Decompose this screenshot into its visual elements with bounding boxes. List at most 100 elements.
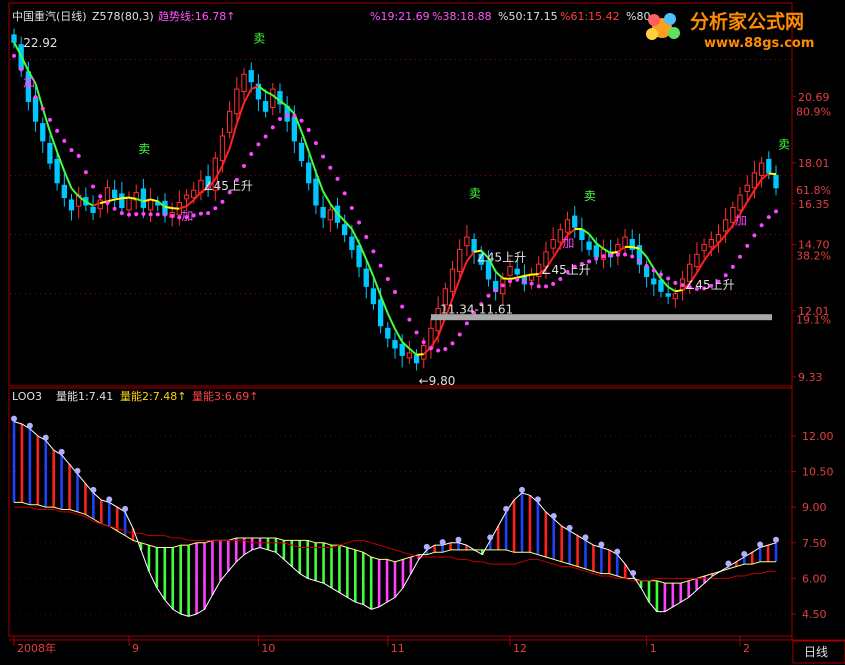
ma-line-segment bbox=[386, 313, 396, 330]
volume-bar bbox=[179, 545, 182, 614]
watermark-logo: 分析家公式网 www.88gs.com bbox=[646, 10, 814, 51]
trend-dot bbox=[752, 233, 757, 238]
volume-bar bbox=[147, 545, 151, 572]
energy-marker bbox=[630, 570, 637, 576]
period-button[interactable]: 日线 bbox=[792, 640, 845, 664]
volume-tick-label: 7.50 bbox=[802, 537, 827, 550]
volume-bar bbox=[354, 549, 357, 603]
volume-bar bbox=[568, 530, 571, 565]
candle-body bbox=[766, 158, 772, 174]
stock-chart-svg[interactable]: 20.6918.0116.3514.7012.019.3380.9%61.8%3… bbox=[0, 0, 845, 665]
candle-body bbox=[262, 100, 269, 112]
price-annotation: ∠45上升 bbox=[685, 278, 735, 292]
volume-bar bbox=[361, 552, 365, 605]
trend-dot bbox=[522, 279, 527, 284]
stock-title: 中国重汽(日线) bbox=[12, 9, 87, 23]
energy-1: 量能1:7.41 bbox=[56, 389, 113, 403]
volume-bar bbox=[20, 424, 24, 503]
trend-dot bbox=[313, 141, 318, 146]
energy-2: 量能2:7.48↑ bbox=[120, 389, 186, 403]
candle-body bbox=[140, 188, 147, 208]
candle-body bbox=[61, 184, 67, 199]
trend-dot bbox=[91, 184, 96, 189]
candle-body bbox=[248, 70, 254, 83]
trend-dot bbox=[615, 252, 620, 257]
trend-dot bbox=[98, 194, 103, 199]
candle-body bbox=[111, 189, 118, 199]
trend-dot bbox=[155, 212, 160, 217]
trend-dot bbox=[83, 170, 88, 175]
watermark-url: www.88gs.com bbox=[704, 36, 814, 51]
candle-body bbox=[514, 268, 520, 275]
candle-body bbox=[457, 248, 463, 273]
date-tick-label: 9 bbox=[132, 642, 139, 655]
volume-bar bbox=[504, 511, 508, 550]
date-tick-label: 12 bbox=[513, 642, 527, 655]
trend-dot bbox=[306, 128, 311, 133]
candle-body bbox=[701, 243, 707, 252]
trend-dot bbox=[450, 341, 455, 346]
candle-body bbox=[723, 219, 729, 232]
main-panel-frame bbox=[8, 2, 793, 387]
trend-dot bbox=[745, 243, 750, 248]
trend-dot bbox=[141, 211, 146, 216]
volume-bar bbox=[84, 483, 87, 515]
volume-bar bbox=[266, 538, 270, 550]
volume-bar bbox=[576, 535, 579, 567]
candle-body bbox=[306, 162, 312, 184]
trend-dot bbox=[349, 205, 354, 210]
energy-marker bbox=[58, 448, 65, 455]
trend-dot bbox=[508, 279, 513, 284]
energy-marker bbox=[614, 548, 621, 555]
ma-line-segment bbox=[172, 207, 180, 210]
candle-body bbox=[227, 110, 233, 133]
candle-body bbox=[68, 199, 75, 211]
date-tick-label: 2008年 bbox=[17, 641, 56, 655]
trend-dot bbox=[421, 340, 426, 345]
trend-dot bbox=[407, 317, 412, 322]
volume-bar bbox=[92, 492, 95, 519]
price-annotation: 卖 bbox=[584, 189, 596, 203]
candle-body bbox=[449, 268, 456, 292]
volume-bar bbox=[671, 583, 675, 607]
price-annotation: 卖 bbox=[138, 142, 150, 156]
volume-bar bbox=[377, 559, 381, 607]
energy-marker bbox=[26, 422, 33, 429]
candle-body bbox=[349, 236, 355, 250]
candle-body bbox=[327, 209, 333, 221]
indicator-name: Z578(80,3) bbox=[92, 10, 154, 23]
volume-bar bbox=[528, 495, 532, 553]
trend-dot bbox=[393, 290, 397, 295]
trend-dot bbox=[342, 191, 347, 196]
trend-dot bbox=[651, 268, 656, 273]
candle-body bbox=[392, 340, 398, 349]
volume-bar bbox=[338, 545, 341, 593]
volume-tick-label: 9.00 bbox=[802, 501, 827, 514]
candle-body bbox=[593, 245, 599, 258]
trend-dot bbox=[285, 113, 290, 118]
trend-dot bbox=[500, 283, 505, 288]
trend-dot bbox=[543, 284, 548, 289]
date-tick-label: 1 bbox=[650, 642, 657, 655]
ma-line-segment bbox=[164, 205, 173, 210]
ma-line-segment bbox=[70, 187, 80, 198]
volume-bar bbox=[274, 538, 278, 553]
candle-body bbox=[672, 293, 679, 300]
energy-marker bbox=[106, 496, 113, 503]
volume-tick-label: 12.00 bbox=[802, 430, 834, 443]
energy-marker bbox=[725, 560, 732, 567]
volume-bar bbox=[211, 540, 214, 595]
trend-dot bbox=[371, 249, 376, 254]
volume-bar bbox=[60, 454, 63, 510]
volume-bar bbox=[346, 547, 349, 598]
energy-marker bbox=[598, 541, 605, 548]
energy-marker bbox=[757, 541, 764, 548]
volume-bar bbox=[600, 547, 603, 574]
candle-body bbox=[758, 162, 765, 176]
candle-body bbox=[47, 142, 53, 164]
trend-dot bbox=[493, 288, 498, 293]
energy-3: 量能3:6.69↑ bbox=[192, 389, 258, 403]
trend-dot bbox=[277, 116, 282, 121]
price-annotation: 卖 bbox=[253, 31, 265, 45]
trend-dot bbox=[270, 125, 275, 130]
